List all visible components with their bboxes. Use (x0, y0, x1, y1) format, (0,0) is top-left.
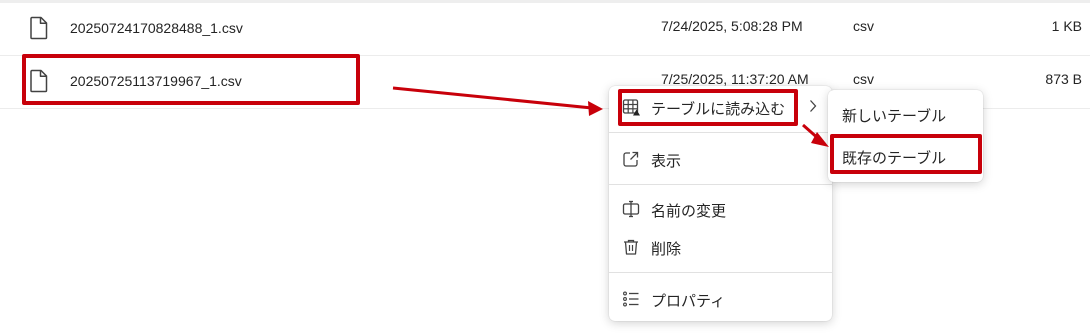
menu-item-label: 表示 (651, 153, 682, 170)
menu-item-label: プロパティ (651, 293, 726, 310)
file-modified: 7/24/2025, 5:08:28 PM (661, 18, 803, 34)
menu-divider (609, 132, 832, 133)
chevron-right-icon (810, 100, 817, 112)
open-external-icon (623, 151, 639, 167)
menu-item-view[interactable]: 表示 (609, 142, 832, 176)
menu-item-delete[interactable]: 削除 (609, 230, 832, 264)
properties-list-icon (623, 291, 639, 307)
file-name[interactable]: 20250724170828488_1.csv (70, 20, 243, 36)
table-import-icon (622, 99, 640, 116)
file-size: 873 B (1045, 71, 1082, 87)
submenu-item-existing-table[interactable]: 既存のテーブル (828, 136, 983, 176)
submenu-item-label: 既存のテーブル (842, 150, 947, 167)
file-icon (30, 69, 48, 93)
context-menu: テーブルに読み込む 表示 名前の変更 削除 プロパティ (609, 86, 832, 321)
menu-item-properties[interactable]: プロパティ (609, 282, 832, 316)
file-modified: 7/25/2025, 11:37:20 AM (661, 71, 809, 87)
rename-icon (622, 200, 640, 218)
menu-divider (609, 272, 832, 273)
file-name[interactable]: 20250725113719967_1.csv (70, 73, 242, 89)
menu-item-import-to-table[interactable]: テーブルに読み込む (609, 90, 832, 124)
menu-divider (609, 184, 832, 185)
file-icon (30, 16, 48, 40)
menu-item-label: 削除 (651, 241, 682, 258)
file-type: csv (853, 18, 874, 34)
menu-item-label: 名前の変更 (651, 203, 727, 220)
trash-icon (624, 239, 638, 255)
file-type: csv (853, 71, 874, 87)
submenu-item-label: 新しいテーブル (842, 108, 947, 125)
import-submenu: 新しいテーブル 既存のテーブル (828, 90, 983, 182)
menu-item-label: テーブルに読み込む (651, 101, 786, 118)
submenu-item-new-table[interactable]: 新しいテーブル (828, 94, 983, 134)
file-row[interactable]: 20250724170828488_1.csv 7/24/2025, 5:08:… (0, 3, 1090, 56)
menu-item-rename[interactable]: 名前の変更 (609, 192, 832, 226)
file-size: 1 KB (1051, 18, 1082, 34)
